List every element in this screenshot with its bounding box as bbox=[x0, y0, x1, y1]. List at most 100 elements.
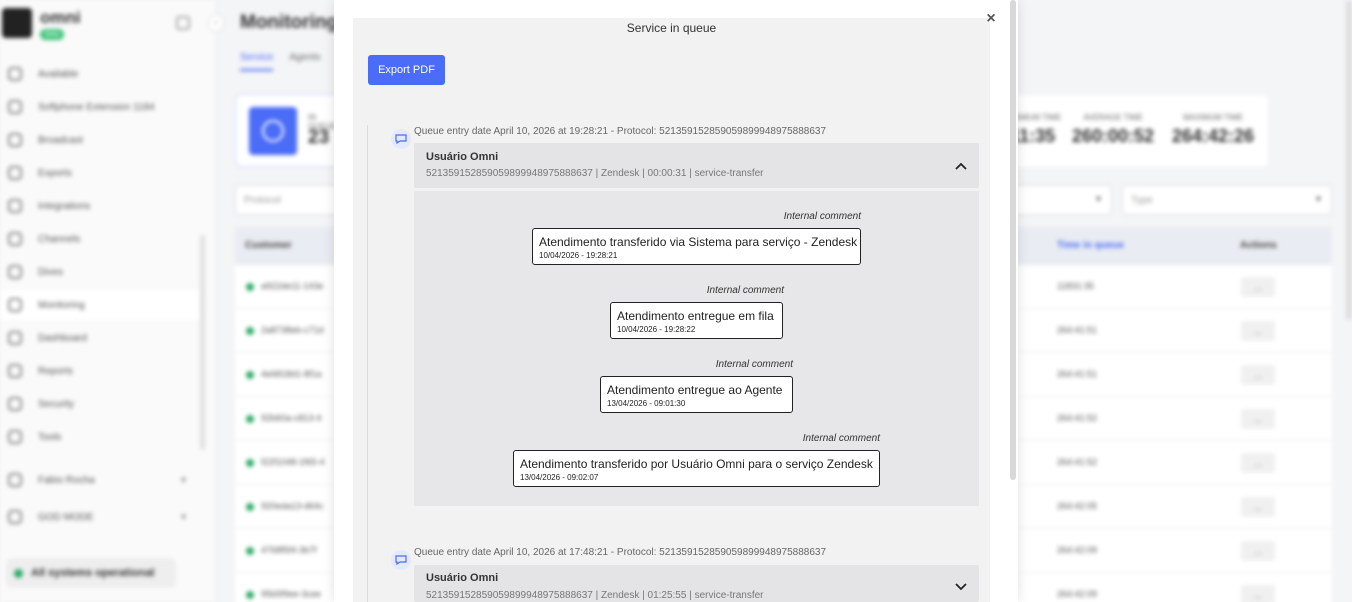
status-dot-icon bbox=[14, 568, 23, 578]
chevron-down-icon[interactable] bbox=[953, 579, 969, 595]
entry-meta: Queue entry date April 10, 2026 at 19:28… bbox=[414, 126, 827, 137]
entry-user-name: Usuário Omni bbox=[426, 151, 499, 163]
tabs: Service Agents bbox=[240, 52, 321, 71]
collapse-sidebar-icon[interactable] bbox=[176, 16, 190, 30]
chevron-down-icon: ▾ bbox=[180, 474, 186, 486]
stat-max: MAXIMUM TIME 264:42:26 bbox=[1172, 113, 1255, 146]
stat-avg: AVERAGE TIME 260:00:52 bbox=[1072, 113, 1155, 146]
col-time-in-queue[interactable]: Time in queue bbox=[1057, 240, 1124, 251]
entry-meta: Queue entry date April 10, 2026 at 17:48… bbox=[414, 547, 827, 558]
tools-icon bbox=[8, 430, 22, 444]
tab-service[interactable]: Service bbox=[240, 52, 274, 71]
dives-icon bbox=[8, 265, 22, 279]
comment-label: Internal comment bbox=[802, 433, 880, 444]
actions-button[interactable]: ... bbox=[1241, 409, 1275, 429]
sidebar-item-dashboard[interactable]: Dashboard bbox=[0, 323, 200, 353]
entry-user-name: Usuário Omni bbox=[426, 572, 499, 584]
modal-scrollbar[interactable] bbox=[1010, 0, 1016, 480]
comment-bubble: Atendimento entregue em fila 10/04/2026 … bbox=[610, 302, 783, 339]
close-icon[interactable]: × bbox=[984, 10, 998, 28]
customer-cell: 2a8738eb-c71d bbox=[261, 325, 324, 335]
export-pdf-button[interactable]: Export PDF bbox=[368, 55, 445, 85]
system-status: All systems operational bbox=[6, 558, 176, 588]
customer-cell: 92b60a-c813-4 bbox=[261, 413, 322, 423]
sidebar-item-user[interactable]: Fabio Rocha ▾ bbox=[0, 465, 200, 495]
time-cell: 264:42:09 bbox=[1057, 545, 1098, 555]
timeline-line bbox=[367, 125, 368, 602]
logo-icon bbox=[2, 8, 32, 38]
sidebar-item-channels[interactable]: Channels bbox=[0, 224, 200, 254]
dashboard-icon bbox=[8, 331, 22, 345]
comment-bubble: Atendimento transferido por Usuário Omni… bbox=[513, 450, 880, 487]
entry-header[interactable]: Usuário Omni 521359152859059899948975888… bbox=[414, 565, 979, 602]
status-dot-icon bbox=[246, 327, 254, 335]
sidebar-item-tools[interactable]: Tools bbox=[0, 422, 200, 452]
status-dot-icon bbox=[246, 371, 254, 379]
status-dot-icon bbox=[246, 547, 254, 555]
status-dot-icon bbox=[8, 67, 22, 81]
page-title: Monitoring bbox=[240, 12, 339, 33]
col-customer[interactable]: Customer bbox=[245, 240, 292, 251]
key-icon bbox=[8, 397, 22, 411]
type-filter[interactable]: Type ▾ bbox=[1122, 185, 1332, 215]
sidebar-item-dives[interactable]: Dives bbox=[0, 257, 200, 287]
actions-button[interactable]: ... bbox=[1241, 365, 1275, 385]
comment-label: Internal comment bbox=[783, 211, 861, 222]
chevron-down-icon: ▾ bbox=[1095, 194, 1101, 205]
customer-cell: 920eda13-d64c bbox=[261, 501, 324, 511]
status-dot-icon bbox=[246, 415, 254, 423]
sidebar-item-broadcast[interactable]: Broadcast bbox=[0, 125, 200, 155]
status-dot-icon bbox=[246, 283, 254, 291]
sidebar-item-status[interactable]: Available bbox=[0, 59, 200, 89]
actions-button[interactable]: ... bbox=[1241, 453, 1275, 473]
time-stats-card: MINIMUM TIME 11:35 AVERAGE TIME 260:00:52 … bbox=[1000, 95, 1268, 167]
sidebar-item-reports[interactable]: Reports bbox=[0, 356, 200, 386]
status-dot-icon bbox=[246, 591, 254, 599]
customer-cell: 95b5f9ee-3cee bbox=[261, 589, 322, 599]
chevron-up-icon[interactable] bbox=[953, 158, 969, 174]
sidebar-scrollbar[interactable] bbox=[200, 235, 205, 450]
comments-panel: Internal comment Atendimento transferido… bbox=[414, 191, 979, 506]
sidebar-item-softphone[interactable]: Softphone Extension 1184 bbox=[0, 92, 200, 122]
status-dot-icon bbox=[246, 503, 254, 511]
brand-name: omni bbox=[40, 8, 81, 27]
sidebar-toggle-button[interactable]: ‹ bbox=[208, 14, 224, 32]
sidebar-item-exports[interactable]: Exports bbox=[0, 158, 200, 188]
modal-title: Service in queue bbox=[626, 21, 717, 35]
monitoring-icon bbox=[8, 298, 22, 312]
entry-details: 521359152859059899948975888637 | Zendesk… bbox=[426, 168, 764, 179]
actions-button[interactable]: ... bbox=[1241, 277, 1275, 297]
phone-icon bbox=[8, 100, 22, 114]
sidebar-item-monitoring[interactable]: Monitoring bbox=[0, 290, 200, 320]
actions-button[interactable]: ... bbox=[1241, 321, 1275, 341]
col-actions: Actions bbox=[1240, 240, 1277, 251]
channels-icon bbox=[8, 232, 22, 246]
entry-header[interactable]: Usuário Omni 521359152859059899948975888… bbox=[414, 143, 979, 188]
status-dot-icon bbox=[246, 459, 254, 467]
sidebar-item-company[interactable]: GOD MODE ▾ bbox=[0, 502, 200, 532]
time-cell: 264:41:51 bbox=[1057, 369, 1098, 379]
customer-cell: f22f1048-1f65-4 bbox=[261, 457, 325, 467]
sidebar-item-security[interactable]: Security bbox=[0, 389, 200, 419]
megaphone-icon bbox=[8, 133, 22, 147]
protocol-filter[interactable]: Protocol bbox=[235, 185, 345, 215]
actions-button[interactable]: ... bbox=[1241, 541, 1275, 561]
customer-cell: 4e6818d1-8f1a bbox=[261, 369, 322, 379]
integrations-icon bbox=[8, 199, 22, 213]
comment-bubble: Atendimento entregue ao Agente 13/04/202… bbox=[600, 376, 793, 413]
chat-bubble-icon bbox=[391, 129, 411, 149]
tab-agents[interactable]: Agents bbox=[289, 52, 320, 71]
chevron-down-icon: ▾ bbox=[180, 511, 186, 523]
sidebar-item-integrations[interactable]: Integrations bbox=[0, 191, 200, 221]
entry-details: 521359152859059899948975888637 | Zendesk… bbox=[426, 590, 764, 601]
page-scrollbar[interactable] bbox=[1346, 0, 1352, 320]
comment-label: Internal comment bbox=[715, 359, 793, 370]
stat-value: 23 bbox=[308, 127, 330, 148]
actions-button[interactable]: ... bbox=[1241, 585, 1275, 602]
chevron-down-icon: ▾ bbox=[1315, 194, 1321, 205]
in-queue-card: IN QUEUE 23 bbox=[235, 94, 345, 167]
actions-button[interactable]: ... bbox=[1241, 497, 1275, 517]
brand-badge: beta bbox=[40, 29, 64, 40]
comment-bubble: Atendimento transferido via Sistema para… bbox=[532, 228, 861, 265]
reports-icon bbox=[8, 364, 22, 378]
